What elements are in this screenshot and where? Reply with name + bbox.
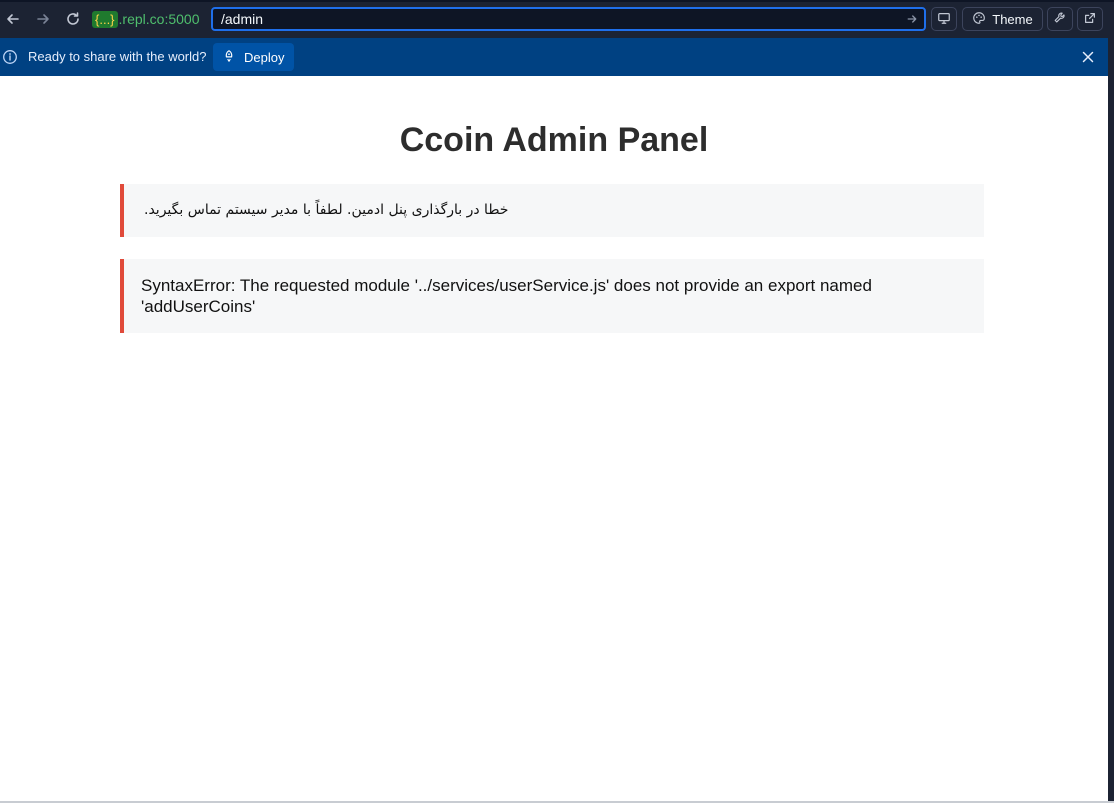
deploy-button[interactable]: Deploy bbox=[213, 43, 294, 71]
alert-persian-text: خطا در بارگذاری پنل ادمین. لطفاً با مدیر… bbox=[144, 202, 509, 218]
external-link-icon bbox=[1083, 11, 1097, 28]
url-bar bbox=[211, 7, 926, 31]
app-window: {...}.repl.co:5000 Theme bbox=[0, 0, 1114, 803]
alert-error-text: SyntaxError: The requested module '../se… bbox=[141, 276, 872, 316]
devtools-button[interactable] bbox=[931, 7, 957, 31]
tools-button[interactable] bbox=[1047, 7, 1073, 31]
url-host-prefix: {...} .repl.co:5000 bbox=[92, 7, 199, 31]
browser-toolbar: {...}.repl.co:5000 Theme bbox=[0, 0, 1114, 38]
arrow-right-icon bbox=[35, 11, 51, 27]
arrow-right-icon bbox=[907, 15, 917, 23]
error-alert-details: SyntaxError: The requested module '../se… bbox=[120, 259, 984, 333]
monitor-icon bbox=[937, 11, 951, 28]
wrench-icon bbox=[1053, 11, 1067, 28]
toolbar-top-line bbox=[0, 0, 1114, 2]
palette-icon bbox=[972, 11, 986, 28]
deploy-label: Deploy bbox=[244, 49, 285, 65]
forward-button[interactable] bbox=[32, 8, 54, 30]
banner-message: Ready to share with the world? bbox=[28, 49, 207, 64]
arrow-left-icon bbox=[5, 11, 21, 27]
open-external-button[interactable] bbox=[1077, 7, 1103, 31]
reload-button[interactable] bbox=[62, 8, 84, 30]
close-icon[interactable] bbox=[1080, 49, 1096, 65]
theme-button[interactable]: Theme bbox=[962, 7, 1043, 31]
url-braces: {...} bbox=[92, 10, 118, 28]
reload-icon bbox=[65, 11, 81, 27]
url-go-button[interactable] bbox=[904, 11, 920, 27]
deploy-banner: Ready to share with the world? Deploy bbox=[0, 38, 1108, 76]
url-path-input[interactable] bbox=[213, 9, 901, 29]
theme-label: Theme bbox=[992, 11, 1033, 27]
page-content: Ccoin Admin Panel خطا در بارگذاری پنل اد… bbox=[0, 76, 1108, 801]
right-edge-strip bbox=[1108, 38, 1114, 803]
deploy-icon bbox=[222, 49, 236, 66]
error-alert-persian: خطا در بارگذاری پنل ادمین. لطفاً با مدیر… bbox=[120, 184, 984, 237]
info-icon bbox=[2, 49, 18, 65]
back-button[interactable] bbox=[2, 8, 24, 30]
page-title: Ccoin Admin Panel bbox=[399, 121, 709, 159]
url-host: .repl.co:5000 bbox=[118, 11, 200, 27]
